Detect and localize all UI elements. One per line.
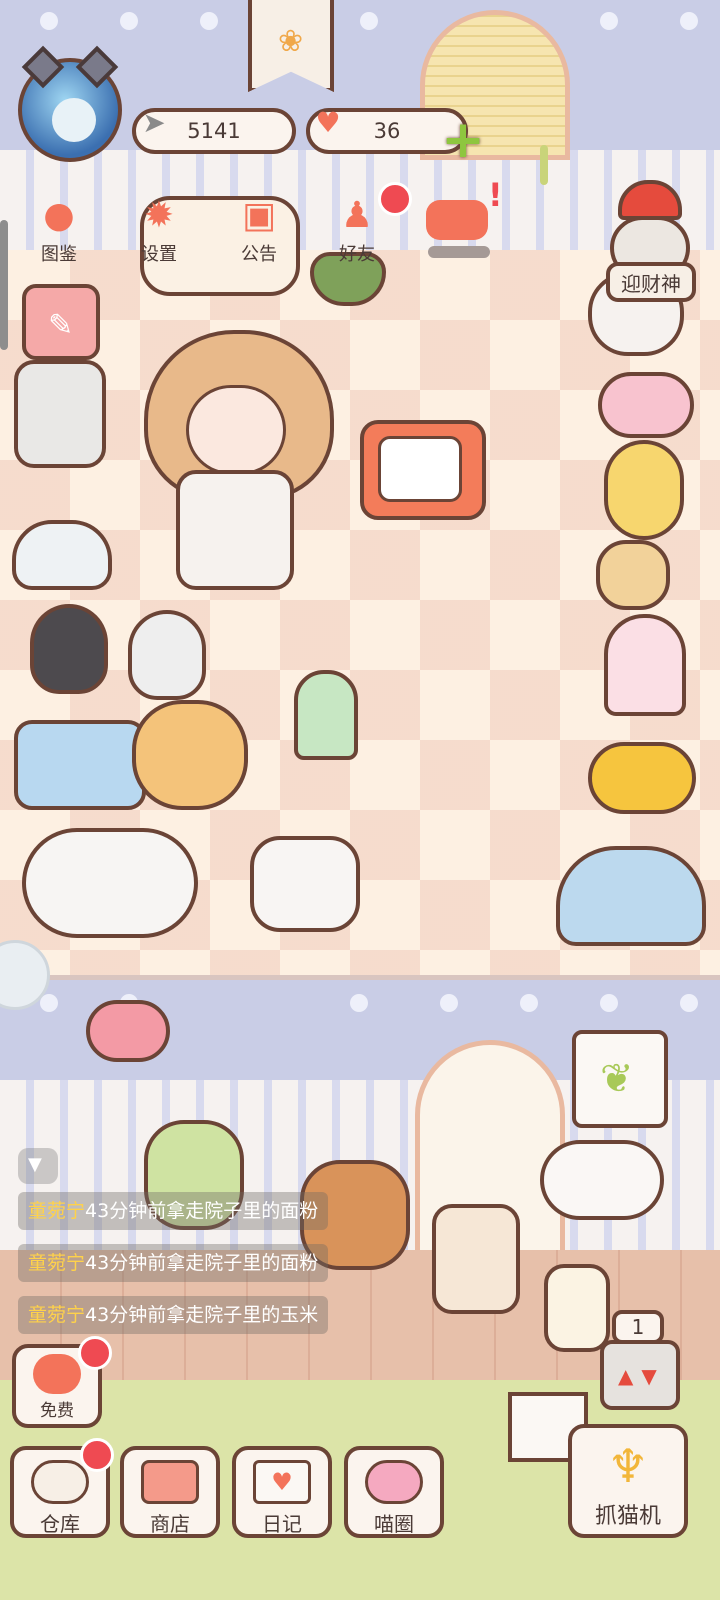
- avatar-face: [52, 98, 96, 142]
- heart-icon: ♥: [315, 105, 341, 139]
- shop-icon: [141, 1460, 199, 1504]
- menu-announcement[interactable]: ▣ 公告: [224, 196, 294, 266]
- nav-cat-circle-label: 喵圈: [374, 1512, 414, 1536]
- friends-notification-badge: [378, 182, 412, 216]
- grain-sack[interactable]: [596, 540, 670, 610]
- gumball-machine[interactable]: [604, 614, 686, 716]
- planet-cat-icon: [365, 1460, 423, 1504]
- heart-gift-icon: [33, 1354, 81, 1394]
- menu-announcement-label: 公告: [241, 244, 277, 265]
- player-avatar[interactable]: [18, 45, 122, 162]
- chat-bubble-icon: [426, 200, 488, 240]
- claw-machine-button[interactable]: ♆ 抓猫机: [568, 1424, 688, 1538]
- gear-icon: ✹: [143, 195, 175, 236]
- fortune-god-button[interactable]: 迎财神: [606, 262, 696, 302]
- message-button[interactable]: !: [422, 176, 503, 262]
- flower-basket[interactable]: [132, 700, 248, 810]
- pencil-icon: ✎: [48, 308, 74, 343]
- nav-shop[interactable]: 商店: [120, 1446, 220, 1538]
- diary-icon: ♥: [253, 1460, 311, 1504]
- menu-collection-label: 图鉴: [41, 244, 77, 265]
- fish-icon: ➤: [142, 105, 166, 139]
- fish-counter[interactable]: ➤ 5141: [132, 106, 296, 154]
- leaf-icon: ❦: [600, 1056, 634, 1102]
- side-drawer-handle[interactable]: [0, 220, 8, 350]
- gift-icon: ▣: [241, 195, 276, 236]
- nav-diary-label: 日记: [262, 1512, 302, 1536]
- seal-water-dispenser[interactable]: [12, 520, 112, 590]
- parfait-dessert[interactable]: [294, 670, 358, 760]
- cloud-cushion[interactable]: [22, 828, 198, 938]
- arrow-icons: ▲▼: [618, 1364, 665, 1388]
- claw-icon: ♆: [607, 1439, 649, 1493]
- free-label: 免费: [40, 1401, 74, 1421]
- whale-cushion[interactable]: [556, 846, 706, 946]
- add-hearts-button[interactable]: +: [440, 114, 486, 166]
- chat-message: 43分钟前拿走院子里的面粉: [85, 1252, 319, 1274]
- chat-message: 43分钟前拿走院子里的面粉: [85, 1200, 319, 1222]
- cat-on-bench[interactable]: [250, 836, 360, 932]
- claw-machine-count: 1: [612, 1310, 664, 1344]
- chat-log-line: 童菀宁43分钟前拿走院子里的面粉: [18, 1244, 329, 1282]
- storage-icon: [31, 1460, 89, 1504]
- chat-message: 43分钟前拿走院子里的玉米: [85, 1304, 319, 1326]
- message-progress-bar: [428, 246, 490, 258]
- menu-settings[interactable]: ✹ 设置: [124, 196, 194, 266]
- straw-hat[interactable]: [588, 742, 696, 814]
- alert-icon: !: [488, 176, 503, 214]
- tv-cat-screen: [378, 436, 462, 502]
- nav-cat-circle[interactable]: 喵圈: [344, 1446, 444, 1538]
- fortune-hat: [618, 180, 682, 220]
- nav-diary[interactable]: ♥ 日记: [232, 1446, 332, 1538]
- storage-notification-badge: [80, 1438, 114, 1472]
- nav-storage-label: 仓库: [40, 1512, 80, 1536]
- friends-icon: ♟: [340, 195, 374, 236]
- claw-machine-cabinet[interactable]: ▲▼: [600, 1340, 680, 1410]
- character-body[interactable]: [176, 470, 294, 590]
- free-notification-badge: [78, 1336, 112, 1370]
- teapot[interactable]: [598, 372, 694, 438]
- honey-jar[interactable]: [544, 1264, 610, 1352]
- dark-owl-plush[interactable]: [30, 604, 108, 694]
- menu-settings-label: 设置: [141, 244, 177, 265]
- paw-icon: ❀: [278, 24, 304, 59]
- chat-collapse-button[interactable]: ▼: [18, 1148, 58, 1184]
- chat-log-line: 童菀宁43分钟前拿走院子里的面粉: [18, 1192, 329, 1230]
- fish-value: 5141: [187, 119, 241, 143]
- heart-value: 36: [373, 119, 401, 143]
- chat-name: 童菀宁: [28, 1304, 86, 1326]
- blonde-doll[interactable]: [604, 440, 684, 540]
- leaf-picture-frame[interactable]: ❦: [572, 1030, 668, 1128]
- chat-name: 童菀宁: [28, 1200, 86, 1222]
- nav-shop-label: 商店: [150, 1512, 190, 1536]
- chat-log-line: 童菀宁43分钟前拿走院子里的玉米: [18, 1296, 329, 1334]
- menu-friends-label: 好友: [339, 244, 375, 265]
- wall-dot-row: [0, 12, 720, 32]
- claw-machine-label: 抓猫机: [594, 1504, 661, 1529]
- cloud-lamp[interactable]: [540, 1140, 664, 1220]
- birdhouse[interactable]: [432, 1204, 520, 1314]
- rice-cooker[interactable]: [14, 360, 106, 468]
- character-face: [186, 385, 286, 475]
- cloud-rug[interactable]: [14, 720, 146, 810]
- chat-name: 童菀宁: [28, 1252, 86, 1274]
- white-owl-plush[interactable]: [128, 610, 206, 700]
- menu-collection[interactable]: ● 图鉴: [24, 196, 94, 266]
- cat-head-icon: ●: [43, 195, 75, 236]
- heart-sign[interactable]: [86, 1000, 170, 1062]
- calendar-edit-button[interactable]: ✎: [22, 284, 100, 360]
- chevron-down-icon: ▼: [28, 1154, 42, 1175]
